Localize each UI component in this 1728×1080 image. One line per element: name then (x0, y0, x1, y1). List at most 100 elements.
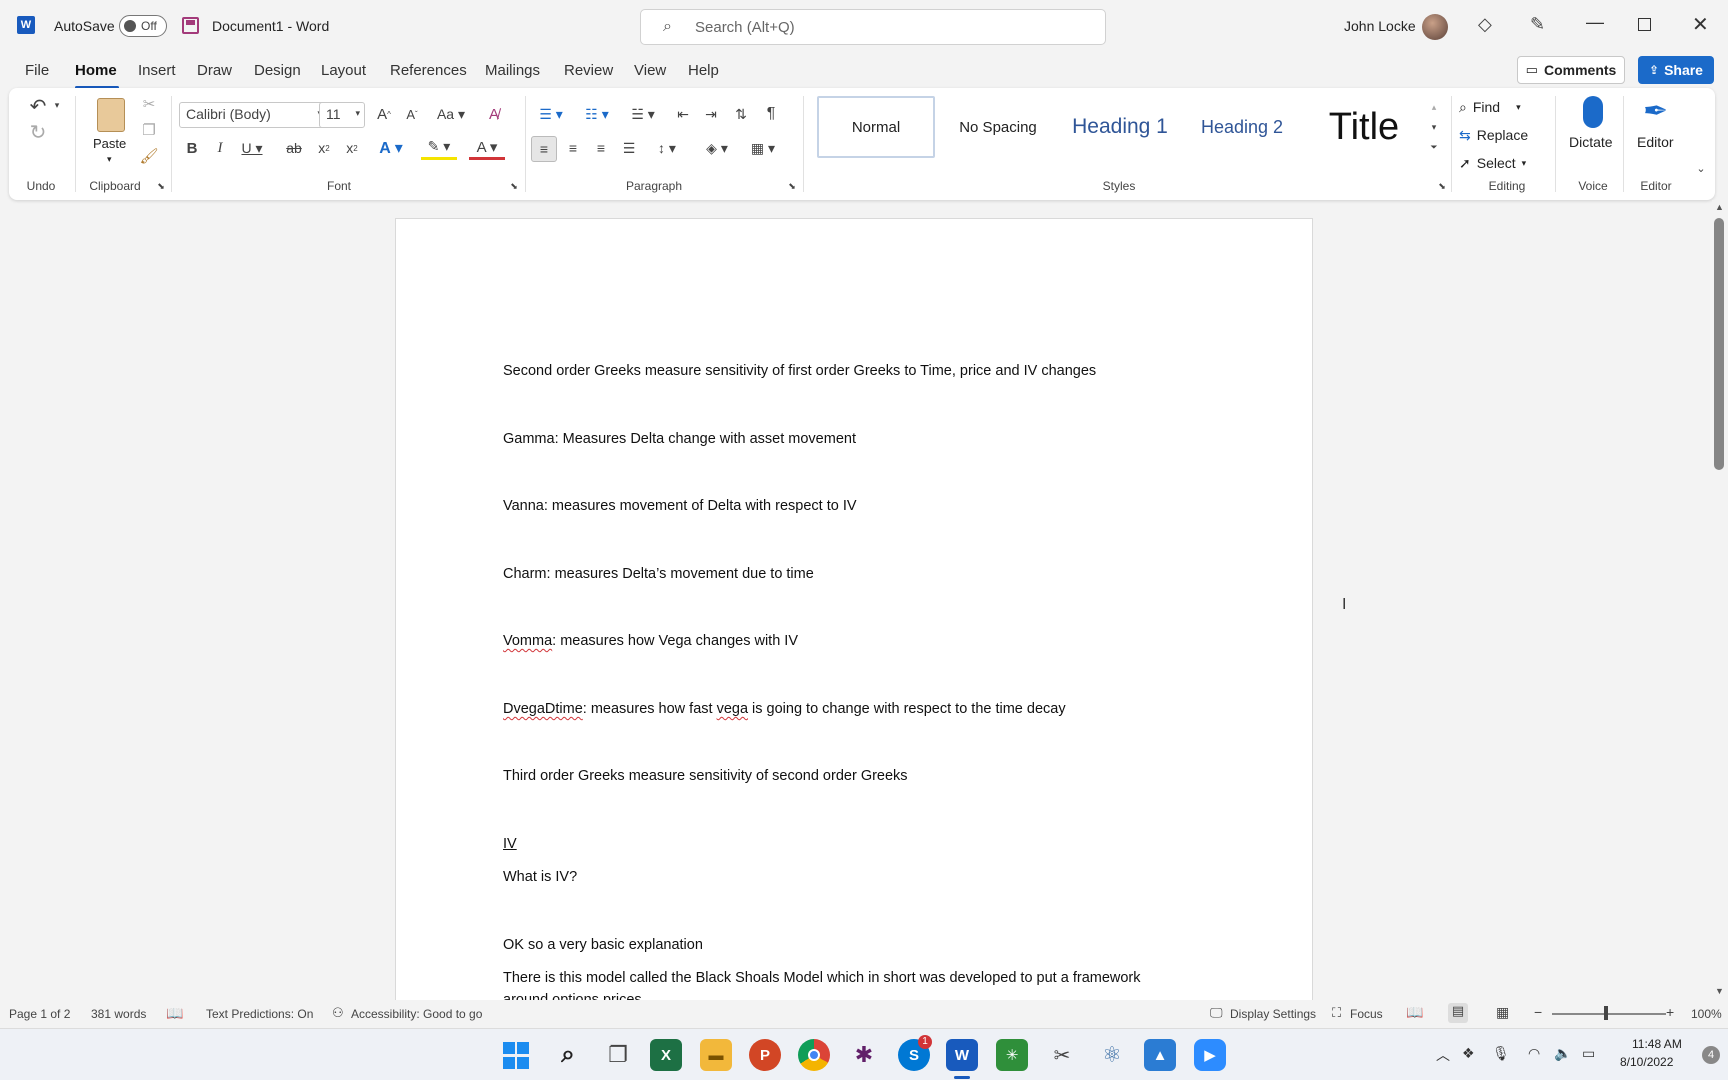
text-effects-icon[interactable]: A ▾ (375, 136, 407, 160)
app-compass-icon[interactable]: ⚛ (1096, 1039, 1128, 1071)
style-heading-2[interactable]: Heading 2 (1183, 96, 1301, 158)
scroll-up-icon[interactable]: ▲ (1715, 202, 1724, 212)
sort-icon[interactable]: ⇅ (729, 102, 753, 126)
numbering-icon[interactable]: ☷ ▾ (579, 102, 615, 126)
dialog-launcher-icon[interactable]: ⬊ (1437, 181, 1447, 191)
word-logo-icon[interactable]: W (17, 16, 35, 34)
paragraph[interactable]: around options prices (503, 992, 642, 1000)
editor-button[interactable]: ✒ Editor (1627, 94, 1687, 174)
paragraph[interactable]: Third order Greeks measure sensitivity o… (503, 768, 908, 784)
zoom-slider[interactable] (1552, 1013, 1666, 1015)
paragraph[interactable]: Charm: measures Delta’s movement due to … (503, 566, 814, 582)
style-heading-1[interactable]: Heading 1 (1061, 96, 1179, 158)
style-normal[interactable]: Normal (817, 96, 935, 158)
clock-date[interactable]: 8/10/2022 (1620, 1055, 1673, 1069)
decrease-indent-icon[interactable]: ⇤ (671, 102, 695, 126)
underline-icon[interactable]: U ▾ (237, 136, 267, 160)
web-layout-icon[interactable]: ▦ (1496, 1004, 1509, 1021)
chevron-up-icon[interactable]: ▴ (1427, 98, 1441, 116)
tab-help[interactable]: Help (688, 62, 719, 79)
multilevel-list-icon[interactable]: ☱ ▾ (625, 102, 661, 126)
collapse-ribbon-icon[interactable]: ⌄ (1693, 160, 1709, 176)
highlight-icon[interactable]: ✎ ▾ (421, 136, 457, 160)
restore-icon[interactable] (1638, 18, 1651, 31)
chevron-down-icon[interactable]: ▾ (51, 98, 63, 112)
zoom-slider-thumb[interactable] (1604, 1006, 1608, 1020)
show-formatting-icon[interactable]: ¶ (759, 102, 783, 126)
search-icon[interactable]: ⌕ (552, 1039, 584, 1071)
print-layout-icon[interactable]: ▤ (1448, 1003, 1468, 1023)
close-icon[interactable]: ✕ (1692, 12, 1709, 37)
copy-icon[interactable]: ❐ (139, 120, 159, 140)
align-center-icon[interactable]: ≡ (561, 136, 585, 160)
read-mode-icon[interactable]: 📖 (1406, 1004, 1423, 1021)
dropbox-icon[interactable]: ❖ (1462, 1045, 1475, 1062)
style-no-spacing[interactable]: No Spacing (939, 96, 1057, 158)
designer-pen-icon[interactable]: ✎ (1530, 14, 1545, 35)
proofing-icon[interactable]: 📖 (166, 1005, 183, 1022)
line-spacing-icon[interactable]: ↕ ▾ (649, 136, 685, 160)
superscript-icon[interactable]: x2 (341, 136, 363, 160)
paragraph[interactable]: Vanna: measures movement of Delta with r… (503, 498, 857, 514)
document-page[interactable]: Second order Greeks measure sensitivity … (395, 218, 1313, 1000)
share-button[interactable]: ⇪ Share (1638, 56, 1714, 84)
strikethrough-icon[interactable]: ab (283, 136, 305, 160)
zoom-level[interactable]: 100% (1691, 1007, 1722, 1021)
wifi-icon[interactable]: ◠ (1528, 1045, 1540, 1062)
word-count[interactable]: 381 words (91, 1007, 146, 1021)
font-name-combo[interactable]: Calibri (Body) ▾ (179, 102, 327, 128)
misspelled-word[interactable]: Vomma (503, 633, 552, 649)
heading-iv[interactable]: IV (503, 836, 517, 852)
slack-icon[interactable]: ✱ (848, 1039, 880, 1071)
notification-badge[interactable]: 4 (1702, 1046, 1720, 1064)
user-name[interactable]: John Locke (1344, 18, 1416, 34)
chevron-down-icon[interactable]: ▾ (1427, 118, 1441, 136)
select-button[interactable]: ➚ Select ▾ (1459, 152, 1549, 174)
search-box[interactable]: ⌕ Search (Alt+Q) (640, 9, 1106, 45)
tab-layout[interactable]: Layout (321, 62, 366, 79)
tab-file[interactable]: File (25, 62, 49, 79)
find-button[interactable]: ⌕ Find ▾ (1459, 96, 1539, 118)
vertical-scrollbar[interactable]: ▲ ▼ (1712, 200, 1728, 1000)
comments-button[interactable]: ▭ Comments (1517, 56, 1625, 84)
focus-button[interactable]: Focus (1350, 1007, 1383, 1021)
minimize-icon[interactable]: — (1586, 12, 1604, 33)
zoom-app-icon[interactable]: ▶ (1194, 1039, 1226, 1071)
microphone-icon[interactable]: 🎙 (1492, 1045, 1510, 1062)
display-settings[interactable]: Display Settings (1230, 1007, 1316, 1021)
chrome-icon[interactable] (798, 1039, 830, 1071)
paste-button[interactable]: Paste ▾ (87, 96, 137, 172)
dialog-launcher-icon[interactable]: ⬊ (509, 181, 519, 191)
premium-diamond-icon[interactable]: ◇ (1478, 14, 1492, 35)
tab-insert[interactable]: Insert (138, 62, 176, 79)
justify-icon[interactable]: ☰ (617, 136, 641, 160)
paragraph[interactable]: Second order Greeks measure sensitivity … (503, 363, 1096, 379)
align-left-icon[interactable]: ≡ (531, 136, 557, 162)
redo-icon[interactable]: ↻ (25, 120, 51, 144)
expand-gallery-icon[interactable]: ⏷ (1427, 138, 1441, 156)
format-painter-icon[interactable]: 🖌 (139, 146, 159, 166)
zoom-out-icon[interactable]: − (1534, 1004, 1542, 1020)
shrink-font-icon[interactable]: Aˇ (401, 102, 423, 126)
borders-icon[interactable]: ▦ ▾ (745, 136, 781, 160)
task-view-icon[interactable]: ❐ (602, 1039, 634, 1071)
paragraph[interactable]: DvegaDtime: measures how fast vega is go… (503, 701, 1066, 717)
page-count[interactable]: Page 1 of 2 (9, 1007, 70, 1021)
volume-icon[interactable]: 🔈 (1554, 1045, 1571, 1062)
undo-icon[interactable]: ↶ (25, 94, 51, 118)
tab-review[interactable]: Review (564, 62, 613, 79)
font-size-combo[interactable]: 11 ▾ (319, 102, 365, 128)
tab-mailings[interactable]: Mailings (485, 62, 540, 79)
chevron-up-icon[interactable]: ︿ (1436, 1045, 1450, 1065)
paragraph[interactable]: Vomma: measures how Vega changes with IV (503, 633, 798, 649)
scroll-thumb[interactable] (1714, 218, 1724, 470)
grow-font-icon[interactable]: A ^ (373, 102, 395, 126)
autosave-toggle[interactable]: Off (119, 15, 167, 37)
bold-icon[interactable]: B (181, 136, 203, 160)
increase-indent-icon[interactable]: ⇥ (699, 102, 723, 126)
snipping-tool-icon[interactable]: ✂ (1046, 1039, 1078, 1071)
font-color-icon[interactable]: A ▾ (469, 136, 505, 160)
style-title[interactable]: Title (1305, 96, 1423, 158)
tab-view[interactable]: View (634, 62, 666, 79)
paragraph[interactable]: Gamma: Measures Delta change with asset … (503, 431, 856, 447)
